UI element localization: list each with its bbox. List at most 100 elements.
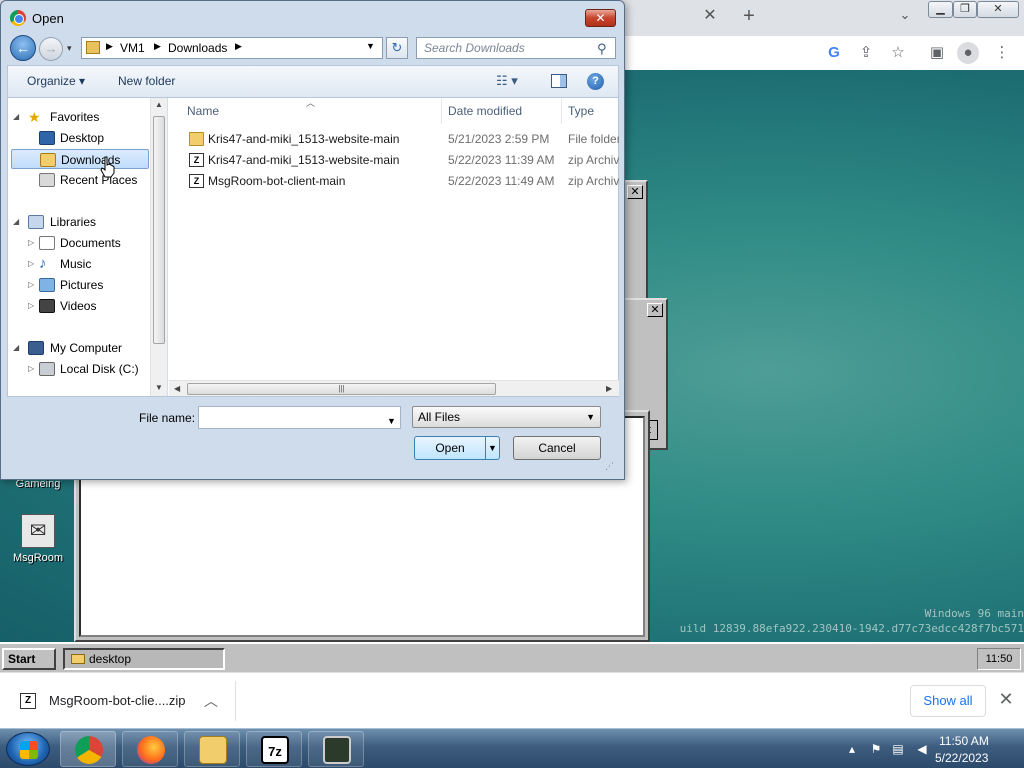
expand-icon[interactable]: ◢ bbox=[13, 338, 19, 358]
chevron-right-icon[interactable]: ▶ bbox=[154, 41, 161, 52]
nav-label: Pictures bbox=[60, 278, 104, 292]
action-center-icon[interactable]: ⚑ bbox=[868, 741, 884, 757]
tab-close-button[interactable]: ✕ bbox=[700, 6, 720, 26]
close-icon[interactable]: ✕ bbox=[996, 689, 1016, 709]
open-options-dropdown[interactable]: ▼ bbox=[485, 437, 499, 459]
nav-recent-places[interactable]: Recent Places bbox=[8, 170, 158, 190]
change-view-button[interactable]: ☷ ▾ bbox=[496, 73, 518, 89]
cancel-button[interactable]: Cancel bbox=[513, 436, 601, 460]
maximize-button[interactable]: ❐ bbox=[953, 1, 977, 18]
address-dropdown-icon[interactable]: ▼ bbox=[366, 41, 375, 51]
show-all-button[interactable]: Show all bbox=[910, 685, 986, 717]
address-bar[interactable]: ▶ VM1 ▶ Downloads ▶ ▼ bbox=[81, 37, 383, 59]
zip-icon: Z bbox=[189, 174, 204, 188]
file-type: zip Archive bbox=[568, 174, 619, 188]
scroll-right-icon[interactable]: ▶ bbox=[606, 384, 612, 393]
nav-favorites[interactable]: ◢ ★ Favorites bbox=[8, 107, 158, 127]
new-folder-button[interactable]: New folder bbox=[118, 74, 175, 88]
dialog-titlebar[interactable]: Open ✕ bbox=[1, 1, 624, 35]
chevron-down-icon[interactable]: ▼ bbox=[387, 411, 396, 432]
scroll-left-icon[interactable]: ◀ bbox=[174, 384, 180, 393]
share-icon[interactable]: ⇪ bbox=[855, 42, 877, 64]
open-button-label: Open bbox=[435, 441, 465, 455]
scroll-down-icon[interactable]: ▼ bbox=[155, 383, 163, 392]
resize-grip-icon[interactable]: ⋰ bbox=[605, 461, 614, 472]
windows-start-button[interactable] bbox=[6, 732, 50, 766]
chevron-up-icon[interactable]: ▴ bbox=[844, 741, 860, 757]
file-row[interactable]: Z Kris47-and-miki_1513-website-main 5/22… bbox=[169, 150, 619, 170]
nav-music[interactable]: ▷ ♪ Music bbox=[8, 254, 158, 274]
file-name-input[interactable]: ▼ bbox=[198, 406, 401, 429]
nav-scrollbar[interactable]: ▲ ▼ bbox=[150, 98, 167, 396]
nav-label: My Computer bbox=[50, 341, 123, 355]
desktop-icon-msgroom[interactable]: ✉ MsgRoom bbox=[3, 514, 73, 564]
chevron-right-icon[interactable]: ▶ bbox=[106, 41, 113, 52]
scroll-up-icon[interactable]: ▲ bbox=[155, 100, 163, 109]
collapse-icon[interactable]: ▷ bbox=[28, 254, 34, 274]
column-divider[interactable] bbox=[561, 98, 562, 124]
nav-my-computer[interactable]: ◢ My Computer bbox=[8, 338, 158, 358]
file-row[interactable]: Z MsgRoom-bot-client-main 5/22/2023 11:4… bbox=[169, 171, 619, 191]
scroll-thumb[interactable]: ||| bbox=[187, 383, 496, 395]
new-tab-button[interactable]: + bbox=[738, 4, 760, 28]
star-icon[interactable]: ☆ bbox=[887, 42, 909, 64]
clock-date[interactable]: 5/22/2023 bbox=[935, 751, 988, 765]
search-input[interactable]: Search Downloads ⚲ bbox=[416, 37, 616, 59]
expand-icon[interactable]: ◢ bbox=[13, 107, 19, 127]
taskbar-msgroom[interactable] bbox=[308, 731, 364, 767]
nav-downloads[interactable]: Downloads bbox=[11, 149, 149, 169]
collapse-icon[interactable]: ▷ bbox=[28, 275, 34, 295]
taskbar-explorer[interactable] bbox=[184, 731, 240, 767]
minimize-button[interactable]: ▁ bbox=[928, 1, 953, 18]
file-list: ︿ Name Date modified Type Kris47-and-mik… bbox=[169, 98, 619, 396]
close-icon[interactable]: ✕ bbox=[647, 303, 663, 317]
scroll-thumb[interactable] bbox=[153, 116, 165, 344]
chevron-right-icon[interactable]: ▶ bbox=[235, 41, 242, 52]
w96-start-button[interactable]: Start bbox=[2, 648, 56, 670]
nav-local-disk[interactable]: ▷ Local Disk (C:) bbox=[8, 359, 158, 379]
google-icon[interactable]: G bbox=[823, 42, 845, 64]
nav-documents[interactable]: ▷ Documents bbox=[8, 233, 158, 253]
recent-locations-button[interactable]: ▾ bbox=[67, 43, 72, 54]
column-name[interactable]: Name bbox=[187, 104, 219, 118]
column-date[interactable]: Date modified bbox=[448, 104, 522, 118]
file-list-hscrollbar[interactable]: ◀ ||| ▶ bbox=[169, 380, 619, 396]
open-button[interactable]: Open ▼ bbox=[414, 436, 500, 460]
nav-libraries[interactable]: ◢ Libraries bbox=[8, 212, 158, 232]
preview-pane-button[interactable] bbox=[551, 74, 567, 88]
side-panel-icon[interactable]: ▣ bbox=[926, 42, 948, 64]
chevron-up-icon[interactable]: ︿ bbox=[204, 691, 218, 711]
collapse-icon[interactable]: ▷ bbox=[28, 359, 34, 379]
profile-icon[interactable]: ● bbox=[957, 42, 979, 64]
volume-icon[interactable]: ◀ bbox=[914, 741, 930, 757]
download-item[interactable]: Z MsgRoom-bot-clie....zip ︿ bbox=[12, 681, 236, 721]
forward-button[interactable]: → bbox=[39, 37, 63, 61]
collapse-icon[interactable]: ▷ bbox=[28, 233, 34, 253]
nav-desktop[interactable]: Desktop bbox=[8, 128, 158, 148]
column-divider[interactable] bbox=[441, 98, 442, 124]
network-icon[interactable]: ▤ bbox=[890, 741, 906, 757]
organize-button[interactable]: Organize ▾ bbox=[27, 74, 85, 88]
file-row[interactable]: Kris47-and-miki_1513-website-main 5/21/2… bbox=[169, 129, 619, 149]
nav-videos[interactable]: ▷ Videos bbox=[8, 296, 158, 316]
breadcrumb-downloads[interactable]: Downloads bbox=[168, 41, 227, 55]
file-type-select[interactable]: All Files ▼ bbox=[412, 406, 601, 428]
refresh-button[interactable]: ↻ bbox=[386, 37, 408, 59]
breadcrumb-vm1[interactable]: VM1 bbox=[120, 41, 145, 55]
collapse-icon[interactable]: ▷ bbox=[28, 296, 34, 316]
taskbar-firefox[interactable] bbox=[122, 731, 178, 767]
tab-search-button[interactable]: ⌄ bbox=[895, 7, 915, 27]
clock-time[interactable]: 11:50 AM bbox=[939, 734, 989, 748]
dialog-close-button[interactable]: ✕ bbox=[585, 9, 616, 27]
help-button[interactable]: ? bbox=[587, 73, 604, 90]
column-type[interactable]: Type bbox=[568, 104, 594, 118]
menu-icon[interactable]: ⋮ bbox=[991, 42, 1013, 64]
taskbar-7zip[interactable]: 7z bbox=[246, 731, 302, 767]
close-icon[interactable]: ✕ bbox=[627, 185, 643, 199]
taskbar-chrome[interactable] bbox=[60, 731, 116, 767]
back-button[interactable]: ← bbox=[10, 35, 36, 61]
window-close-button[interactable]: ✕ bbox=[977, 1, 1019, 18]
nav-pictures[interactable]: ▷ Pictures bbox=[8, 275, 158, 295]
w96-task-desktop[interactable]: desktop bbox=[63, 648, 225, 670]
expand-icon[interactable]: ◢ bbox=[13, 212, 19, 232]
